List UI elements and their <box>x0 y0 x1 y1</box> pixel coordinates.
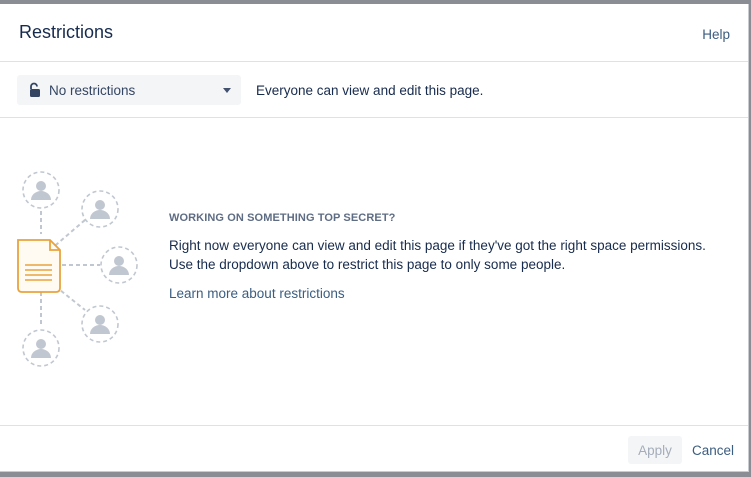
dialog-header: Restrictions Help <box>0 4 748 62</box>
restriction-toolbar: No restrictions Everyone can view and ed… <box>0 62 748 118</box>
learn-more-link[interactable]: Learn more about restrictions <box>169 286 345 301</box>
chevron-down-icon <box>223 88 231 93</box>
restriction-description: Everyone can view and edit this page. <box>256 83 484 98</box>
help-link[interactable]: Help <box>702 27 730 42</box>
apply-button[interactable]: Apply <box>628 436 682 464</box>
restrictions-dialog: Restrictions Help No restrictions Everyo… <box>0 4 749 472</box>
empty-state-line-2: Use the dropdown above to restrict this … <box>169 257 566 272</box>
cancel-button[interactable]: Cancel <box>692 443 734 458</box>
unlock-icon <box>30 82 40 97</box>
dialog-title: Restrictions <box>19 22 114 42</box>
empty-state: WORKING ON SOMETHING TOP SECRET? Right n… <box>169 212 729 303</box>
restriction-dropdown[interactable]: No restrictions <box>17 75 241 105</box>
restriction-dropdown-label: No restrictions <box>49 83 136 98</box>
empty-state-line-1: Right now everyone can view and edit thi… <box>169 238 706 253</box>
dialog-footer: Apply Cancel <box>0 425 748 472</box>
restrictions-illustration <box>17 171 138 367</box>
empty-state-heading: WORKING ON SOMETHING TOP SECRET? <box>169 212 396 224</box>
document-icon <box>17 239 61 293</box>
